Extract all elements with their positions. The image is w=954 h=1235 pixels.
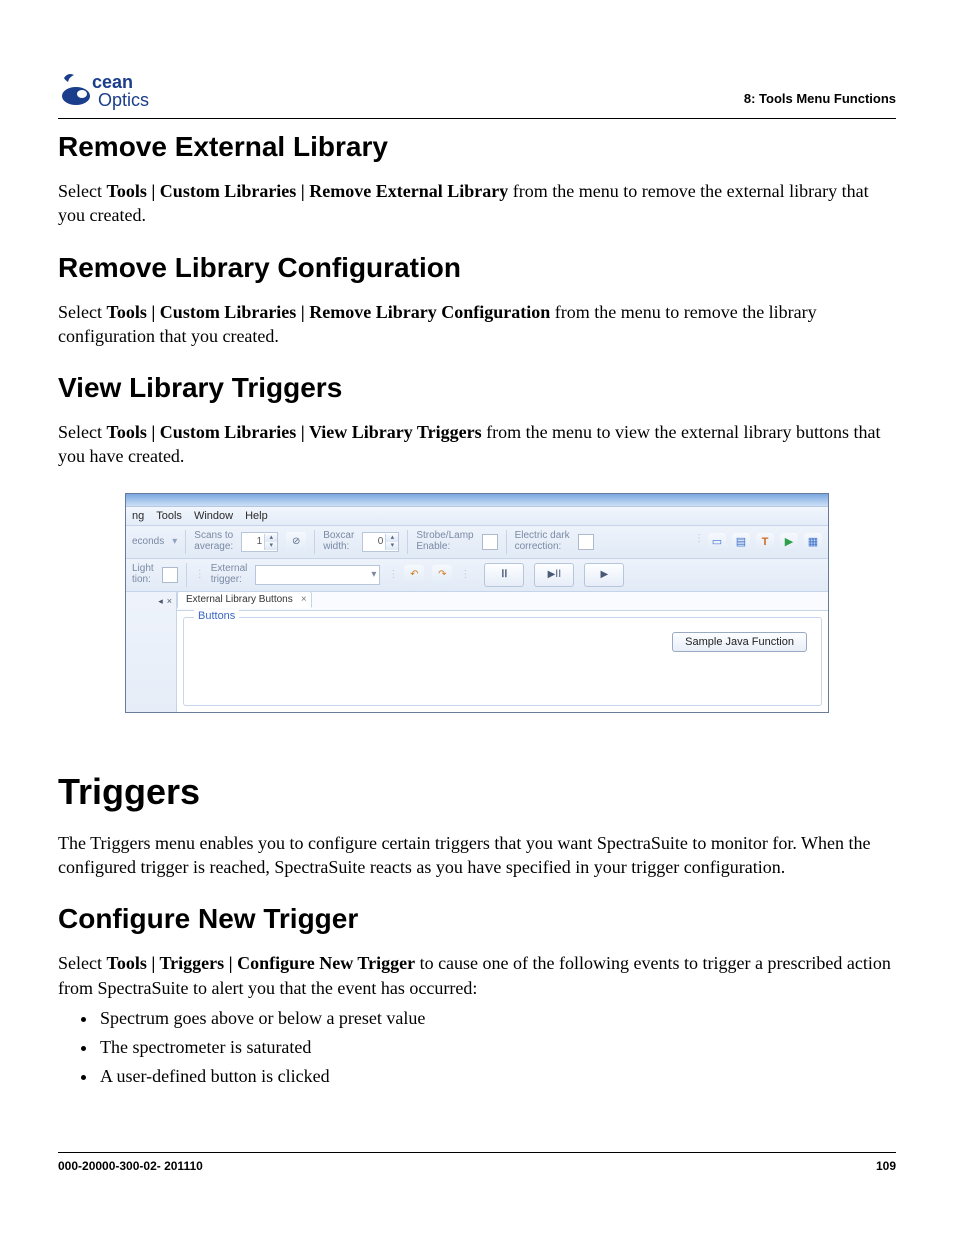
footer-doc-id: 000-20000-300-02- 201110 [58,1159,203,1173]
electric-dark-checkbox[interactable] [578,534,594,550]
external-trigger-dropdown[interactable]: ▾ [255,565,380,585]
toolbar-acquisition: econds ▾ Scans to average: 1 ▴▾ ⊘ Boxcar… [126,526,828,559]
label-econds: econds [132,537,164,548]
tab-label: External Library Buttons [186,594,293,605]
mode-list-icon[interactable]: ▤ [732,533,750,551]
header-section-label: 8: Tools Menu Functions [744,91,896,112]
sample-java-function-button[interactable]: Sample Java Function [672,632,807,652]
footer-page-number: 109 [876,1159,896,1173]
rotate-right-icon[interactable]: ↷ [432,565,452,585]
rotate-left-icon[interactable]: ↶ [404,565,424,585]
para-remove-library-configuration: Select Tools | Custom Libraries | Remove… [58,300,896,349]
mode-settings-icon[interactable]: ▦ [804,533,822,551]
side-pane: ◂ × [126,592,177,712]
heading-configure-new-trigger: Configure New Trigger [58,903,896,935]
list-item: The spectrometer is saturated [98,1033,896,1062]
play-button[interactable]: ▶ [584,563,624,587]
step-button[interactable]: ▶ⅠⅠ [534,563,574,587]
brand-bottom-text: Optics [98,90,149,110]
page-header: cean Optics 8: Tools Menu Functions [58,70,896,112]
para-configure-new-trigger: Select Tools | Triggers | Configure New … [58,951,896,1000]
brand-top-text: cean [92,72,133,92]
para-view-library-triggers: Select Tools | Custom Libraries | View L… [58,420,896,469]
cancel-icon[interactable]: ⊘ [286,532,306,552]
menu-window[interactable]: Window [194,510,233,522]
label-external-trigger: External trigger: [211,564,248,585]
label-strobe-lamp-enable: Strobe/Lamp Enable: [416,531,473,552]
label-scans-to-average: Scans to average: [194,531,233,552]
menubar-fragment: ng [132,510,144,522]
group-legend-buttons: Buttons [194,610,239,622]
app-screenshot: ng Tools Window Help econds ▾ Scans to a… [125,493,829,713]
toolbar-grip-icon: ⋮ [195,569,203,580]
label-electric-dark-correction: Electric dark correction: [515,531,570,552]
para-remove-external-library: Select Tools | Custom Libraries | Remove… [58,179,896,228]
chevron-down-icon[interactable]: ▾ [172,536,177,547]
toolbar-triggers: Light tion: ⋮ External trigger: ▾ ⋮ ↶ ↷ … [126,559,828,592]
pause-button[interactable]: ⅠⅠ [484,563,524,587]
boxcar-width-stepper[interactable]: 0 ▴▾ [362,532,399,552]
label-light-fragment: Light tion: [132,564,154,585]
mode-graph-icon[interactable]: ▭ [708,533,726,551]
window-titlebar [126,494,828,507]
toolbar-grip-icon: ⋮ [694,533,702,551]
label-boxcar-width: Boxcar width: [323,531,354,552]
para-triggers-intro: The Triggers menu enables you to configu… [58,831,896,880]
trigger-events-list: Spectrum goes above or below a preset va… [58,1004,896,1090]
heading-view-library-triggers: View Library Triggers [58,372,896,404]
header-rule [58,118,896,119]
brand-logo: cean Optics [58,70,168,112]
mode-play-icon[interactable]: ▶ [780,533,798,551]
scans-to-average-stepper[interactable]: 1 ▴▾ [241,532,278,552]
heading-remove-external-library: Remove External Library [58,131,896,163]
tab-close-icon[interactable]: × [301,594,307,605]
page-footer: 000-20000-300-02- 201110 109 [58,1144,896,1173]
light-checkbox[interactable] [162,567,178,583]
close-icon[interactable]: × [167,596,172,607]
menu-tools[interactable]: Tools [156,510,182,522]
pin-icon[interactable]: ◂ [158,596,163,607]
mode-t-icon[interactable]: T [756,533,774,551]
toolbar-grip-icon: ⋮ [460,569,468,580]
toolbar-grip-icon: ⋮ [388,569,396,580]
strobe-lamp-checkbox[interactable] [482,534,498,550]
heading-remove-library-configuration: Remove Library Configuration [58,252,896,284]
heading-triggers: Triggers [58,771,896,813]
tab-external-library-buttons[interactable]: External Library Buttons × [177,591,312,608]
main-editor-area: External Library Buttons × Buttons Sampl… [177,592,828,712]
menubar: ng Tools Window Help [126,507,828,526]
buttons-group: Buttons Sample Java Function [183,617,822,706]
list-item: Spectrum goes above or below a preset va… [98,1004,896,1033]
list-item: A user-defined button is clicked [98,1062,896,1091]
menu-help[interactable]: Help [245,510,268,522]
